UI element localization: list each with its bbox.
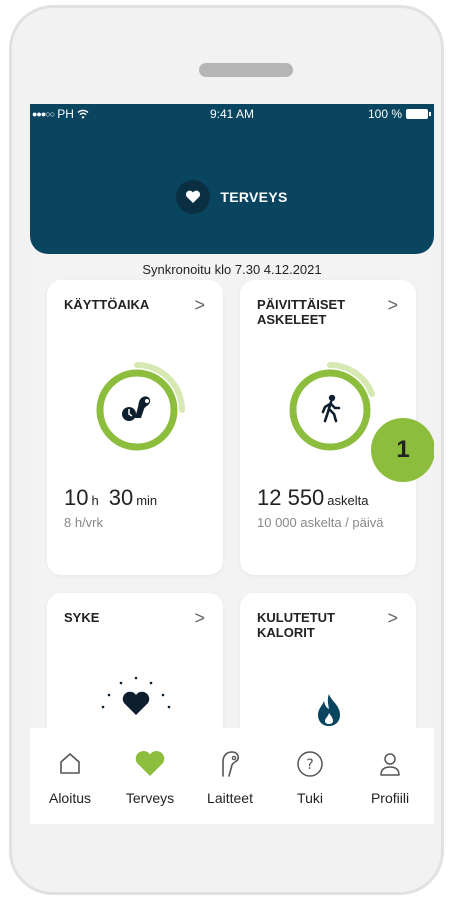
tab-label: Terveys (125, 790, 175, 806)
usage-minutes: 30 (108, 485, 134, 510)
callout-marker: 1 (371, 418, 434, 482)
chevron-right-icon: > (387, 295, 398, 315)
phone-speaker (199, 63, 293, 77)
steps-unit: askelta (327, 493, 369, 508)
health-header: ●●●○○ PH 9:41 AM 100 % TERVEYS (30, 104, 434, 254)
hearing-aid-icon (222, 751, 240, 777)
usage-minutes-unit: min (136, 493, 158, 508)
steps-goal: 10 000 askelta / päivä (257, 515, 384, 530)
tab-home[interactable]: Aloitus (30, 728, 110, 824)
tab-label: Profiili (370, 790, 410, 806)
heart-icon (176, 180, 211, 214)
heart-rate-icon (101, 676, 171, 715)
steps-progress-ring (284, 356, 384, 456)
bottom-tab-bar: Aloitus Terveys Laitteet ? Tuki Profiili (30, 728, 434, 824)
card-title: KÄYTTÖAIKA (64, 297, 150, 312)
chevron-right-icon: > (194, 295, 205, 315)
svg-text:?: ? (306, 757, 313, 773)
status-bar: ●●●○○ PH 9:41 AM 100 % (30, 104, 434, 126)
steps-value: 12 550 askelta (257, 485, 379, 511)
card-title: KULUTETUT KALORIT (257, 610, 335, 640)
tab-profile[interactable]: Profiili (350, 728, 430, 824)
tab-label: Tuki (297, 790, 323, 806)
usage-goal: 8 h/vrk (64, 515, 104, 530)
chevron-right-icon: > (387, 608, 398, 628)
chevron-right-icon: > (194, 608, 205, 628)
app-screen: ●●●○○ PH 9:41 AM 100 % TERVEYS Synkronoi… (30, 104, 434, 824)
steps-count: 12 550 (257, 485, 325, 510)
usage-hours-unit: h (91, 493, 99, 508)
usage-time-card[interactable]: KÄYTTÖAIKA > 10 h 30 min 8 h/vrk (47, 280, 223, 575)
walking-person-icon (321, 394, 341, 423)
home-icon (60, 753, 80, 774)
heart-icon (135, 750, 165, 776)
help-icon: ? (297, 751, 323, 777)
tab-support[interactable]: ? Tuki (270, 728, 350, 824)
battery-icon (406, 109, 431, 119)
flame-icon (318, 694, 340, 726)
card-title: PÄIVITTÄISET ASKELEET (257, 297, 346, 327)
card-title: SYKE (64, 610, 100, 625)
sync-status: Synkronoitu klo 7.30 4.12.2021 (142, 262, 322, 277)
tab-health[interactable]: Terveys (110, 728, 190, 824)
tab-label: Laitteet (207, 790, 253, 806)
hearing-aid-icon (122, 396, 151, 421)
profile-icon (380, 753, 400, 776)
usage-hours: 10 (64, 485, 89, 510)
page-title: TERVEYS (220, 189, 288, 205)
battery-percent: 100 % (367, 107, 402, 121)
tab-devices[interactable]: Laitteet (190, 728, 270, 824)
usage-value: 10 h 30 min (64, 485, 167, 511)
tab-label: Aloitus (48, 790, 92, 806)
usage-progress-ring (91, 356, 191, 456)
